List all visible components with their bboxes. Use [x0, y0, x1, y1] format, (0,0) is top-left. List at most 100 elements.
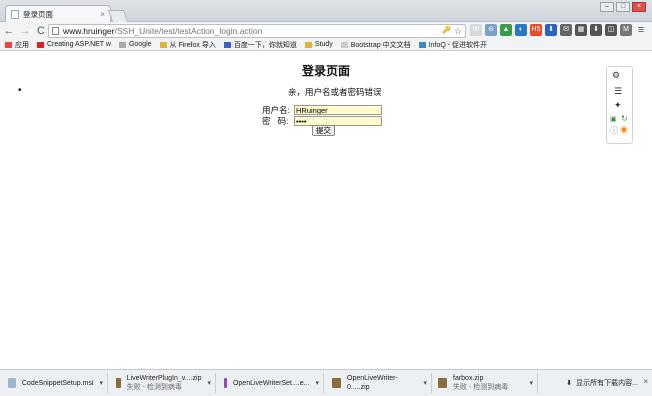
extension-icon[interactable]: ⬇ [590, 24, 602, 36]
bookmark-label: InfoQ - 促进软件开 [428, 41, 487, 49]
file-icon [116, 378, 121, 388]
download-item[interactable]: OpenLiveWriter-0.....zip ▾ [326, 373, 432, 393]
extension-icon[interactable]: M [620, 24, 632, 36]
extension-icon[interactable]: ▲ [500, 24, 512, 36]
extension-icon[interactable]: W [470, 24, 482, 36]
new-tab-button[interactable] [107, 10, 129, 22]
page-icon [11, 9, 19, 19]
chevron-down-icon[interactable]: ▾ [315, 379, 319, 387]
bookmark-icon [159, 41, 167, 48]
show-all-label: 显示所有下载内容... [576, 380, 638, 387]
bookmark-item[interactable]: InfoQ - 促进软件开 [418, 40, 487, 50]
title-bar: 登录页面 × – □ × [0, 0, 652, 22]
tab-title: 登录页面 [23, 9, 53, 19]
menu-icon[interactable]: ≡ [634, 23, 648, 37]
chevron-down-icon[interactable]: ▾ [529, 379, 533, 387]
error-bullet: • [18, 85, 22, 96]
file-icon [224, 378, 227, 388]
page-title: 登录页面 [301, 64, 350, 78]
bookmark-star-icon[interactable]: ☆ [454, 26, 462, 37]
settings-icon[interactable]: ⚙ [612, 70, 620, 81]
bookmark-icon [340, 41, 348, 48]
info-icon[interactable]: ⓘ [610, 125, 618, 136]
bookmark-label: Study [314, 41, 333, 48]
eye-icon[interactable]: ◉ [620, 124, 628, 135]
bookmark-icon [418, 41, 426, 48]
download-item[interactable]: OpenLiveWriterSet....e... ▾ [218, 373, 324, 393]
address-bar[interactable]: www.hruinger/SSH_Unite/test/testAction_l… [48, 24, 466, 38]
extension-icon[interactable]: ⬇ [545, 24, 557, 36]
screenshot-icon[interactable]: ▣ [610, 115, 617, 123]
download-item[interactable]: CodeSnippetSetup.msi ▾ [2, 373, 108, 393]
maximize-button[interactable]: □ [616, 2, 630, 12]
bookmark-item[interactable]: 应用 [5, 40, 29, 50]
download-filename: OpenLiveWriterSet....e... [232, 379, 310, 387]
bookmark-label: 从 Firefox 导入 [169, 41, 216, 49]
download-item[interactable]: farbox.zip 失败 - 检测到病毒 ▾ [432, 373, 538, 393]
download-filename: farbox.zip [453, 375, 484, 382]
bookmark-label: 应用 [15, 41, 29, 49]
password-label: 密 码: [262, 116, 289, 126]
bookmark-item[interactable]: Creating ASP.NET w [37, 41, 111, 48]
bookmark-icon [118, 41, 126, 48]
minimize-button[interactable]: – [600, 2, 614, 12]
extension-icon[interactable]: ▦ [575, 24, 587, 36]
close-window-button[interactable]: × [632, 2, 646, 12]
menu-lines-icon[interactable]: ☰ [614, 86, 622, 97]
bookmark-label: Google [128, 41, 152, 48]
show-all-downloads[interactable]: ⬇ 显示所有下载内容... [566, 378, 638, 388]
page-content: 登录页面 • 亲，用户名或者密码错误 用户名: 密 码: 提交 [0, 52, 652, 369]
download-status: 失败 - 检测到病毒 [453, 384, 509, 391]
file-icon [438, 378, 447, 388]
bookmark-item[interactable]: 从 Firefox 导入 [159, 40, 216, 50]
browser-tab[interactable]: 登录页面 × [5, 5, 111, 22]
chevron-down-icon[interactable]: ▾ [423, 379, 427, 387]
refresh-icon[interactable]: ↻ [621, 114, 628, 123]
bookmark-label: Bootstrap 中文文档 [350, 41, 411, 49]
download-icon: ⬇ [566, 380, 573, 387]
bookmark-item[interactable]: Study [304, 41, 333, 48]
magic-wand-icon[interactable]: ✦ [614, 100, 622, 111]
side-tool-panel: ⚙ ☰ ✦ ▣ ↻ ⓘ ◉ [606, 66, 633, 144]
close-tab-icon[interactable]: × [100, 10, 105, 19]
bookmark-label: 百度一下，你就知道 [233, 41, 297, 49]
download-status: 失败 - 检测到病毒 [126, 384, 182, 391]
file-icon [332, 378, 341, 388]
reload-button[interactable]: C [34, 24, 48, 38]
close-downloads-icon[interactable]: × [643, 377, 648, 386]
page-icon [52, 27, 59, 35]
bookmark-item[interactable]: Bootstrap 中文文档 [340, 40, 411, 50]
username-input[interactable] [294, 105, 382, 115]
bookmark-icon [223, 41, 231, 48]
chevron-down-icon[interactable]: ▾ [207, 379, 211, 387]
window-controls: – □ × [600, 2, 646, 12]
bookmark-label: Creating ASP.NET w [47, 41, 111, 48]
browser-toolbar: ← → C www.hruinger/SSH_Unite/test/testAc… [0, 22, 652, 39]
bookmark-icon [5, 41, 12, 48]
downloads-bar: ⬇ 显示所有下载内容... × CodeSnippetSetup.msi ▾ Liv… [0, 369, 652, 396]
submit-button[interactable]: 提交 [312, 125, 335, 136]
extension-icon[interactable]: H5 [530, 24, 542, 36]
bookmarks-bar: 应用 Creating ASP.NET w Google 从 Firefox 导入 百度… [0, 39, 652, 51]
password-input[interactable] [294, 116, 382, 126]
download-filename: LiveWriterPlugIn_v....zip [126, 375, 202, 382]
extension-icon[interactable]: ✉ [560, 24, 572, 36]
key-icon[interactable]: 🔑 [442, 26, 451, 37]
extension-icon[interactable]: ⊖ [485, 24, 497, 36]
file-icon [8, 378, 16, 388]
forward-button[interactable]: → [18, 24, 32, 38]
download-item[interactable]: LiveWriterPlugIn_v....zip 失败 - 检测到病毒 ▾ [110, 373, 216, 393]
back-button[interactable]: ← [2, 24, 16, 38]
download-filename: CodeSnippetSetup.msi [21, 379, 94, 387]
bookmark-icon [37, 41, 44, 48]
url-path: /SSH_Unite/test/testAction_login.action [114, 26, 263, 36]
bookmark-item[interactable]: 百度一下，你就知道 [223, 40, 297, 50]
error-message: 亲，用户名或者密码错误 [288, 87, 382, 97]
extension-icon[interactable]: ◐ [515, 24, 527, 36]
extension-icons: W ⊖ ▲ ◐ H5 ⬇ ✉ ▦ ⬇ ◫ M [470, 24, 632, 36]
bookmark-icon [304, 41, 312, 48]
extension-icon[interactable]: ◫ [605, 24, 617, 36]
bookmark-item[interactable]: Google [118, 41, 152, 48]
chevron-down-icon[interactable]: ▾ [99, 379, 103, 387]
url-host: www.hruinger [63, 26, 115, 36]
